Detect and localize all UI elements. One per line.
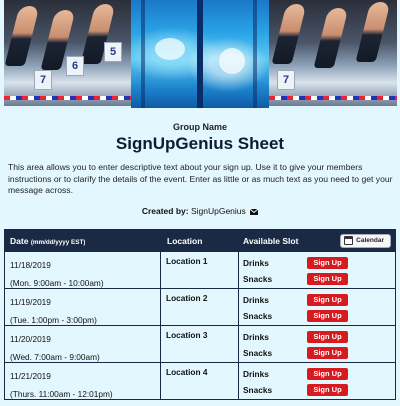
sign-up-button[interactable]: Sign Up	[307, 273, 348, 285]
table-row: 11/18/2019 (Mon. 9:00am - 10:00am) Locat…	[5, 251, 395, 288]
column-header-location: Location	[167, 235, 203, 246]
created-by-label: Created by:	[141, 206, 189, 216]
slot-name: Drinks	[243, 369, 269, 379]
pool-lane-line	[253, 0, 257, 108]
starting-block-number: 5	[104, 42, 122, 62]
slot-name: Snacks	[243, 385, 273, 395]
time-range: (Thurs. 11:00am - 12:01pm)	[10, 389, 113, 399]
slots-cell: Drinks Sign Up Snacks Sign Up	[239, 363, 395, 399]
created-by-name: SignUpGenius	[190, 206, 246, 216]
column-header-slot: Available Slot Calendar	[239, 233, 395, 248]
swimmer-figure	[313, 8, 349, 68]
slot-name: Snacks	[243, 274, 273, 284]
date-value: 11/18/2019	[10, 260, 51, 270]
starting-block-number: 7	[34, 70, 52, 90]
slot-header-label: Available Slot	[243, 235, 299, 246]
pool-lane-line	[197, 0, 203, 108]
bubble	[155, 38, 185, 60]
location-cell: Location 1	[161, 252, 239, 288]
group-name: Group Name	[172, 122, 227, 132]
slot-item: Snacks Sign Up	[243, 271, 391, 287]
slot-item: Drinks Sign Up	[243, 366, 391, 382]
starting-block-number: 7	[277, 70, 295, 90]
table-header: Date (mm/dd/yyyy EST) Location Available…	[5, 230, 395, 251]
sign-up-button[interactable]: Sign Up	[307, 257, 348, 269]
slots-cell: Drinks Sign Up Snacks Sign Up	[239, 252, 395, 288]
location-cell: Location 4	[161, 363, 239, 399]
banner: 7 6 5 7	[0, 0, 400, 108]
table-row: 11/20/2019 (Wed. 7:00am - 9:00am) Locati…	[5, 325, 395, 362]
date-value: 11/20/2019	[10, 334, 51, 344]
swimmer-figure	[271, 4, 307, 64]
calendar-icon	[344, 236, 354, 245]
swimmers-right-photo: 7	[269, 0, 397, 106]
calendar-button[interactable]: Calendar	[340, 233, 391, 248]
date-value: 11/19/2019	[10, 297, 51, 307]
slot-name: Snacks	[243, 348, 273, 358]
date-header-label: Date	[10, 235, 29, 246]
location-cell: Location 2	[161, 289, 239, 325]
date-value: 11/21/2019	[10, 371, 51, 381]
page-title: SignUpGenius Sheet	[115, 134, 285, 153]
location-cell: Location 3	[161, 326, 239, 362]
sign-up-button[interactable]: Sign Up	[307, 368, 348, 380]
slots-cell: Drinks Sign Up Snacks Sign Up	[239, 289, 395, 325]
slot-name: Drinks	[243, 295, 269, 305]
date-cell: 11/20/2019 (Wed. 7:00am - 9:00am)	[5, 326, 161, 362]
slot-item: Drinks Sign Up	[243, 255, 391, 271]
lane-rope	[4, 96, 132, 100]
sign-up-button[interactable]: Sign Up	[307, 294, 348, 306]
slot-item: Drinks Sign Up	[243, 292, 391, 308]
swimmer-figure	[355, 2, 391, 62]
table-row: 11/19/2019 (Tue. 1:00pm - 3:00pm) Locati…	[5, 288, 395, 325]
starting-block-number: 6	[66, 56, 84, 76]
pool-lane-line	[141, 0, 145, 108]
calendar-button-label: Calendar	[356, 237, 384, 244]
date-format-label: (mm/dd/yyyy EST)	[30, 238, 86, 246]
sign-up-button[interactable]: Sign Up	[307, 347, 348, 359]
date-cell: 11/19/2019 (Tue. 1:00pm - 3:00pm)	[5, 289, 161, 325]
description-text: This area allows you to enter descriptiv…	[8, 162, 393, 195]
created-by: Created by: SignUpGenius	[0, 206, 400, 216]
signup-table: Date (mm/dd/yyyy EST) Location Available…	[4, 229, 396, 400]
slot-name: Snacks	[243, 311, 273, 321]
slot-item: Snacks Sign Up	[243, 308, 391, 324]
slot-name: Drinks	[243, 332, 269, 342]
swimmers-left-photo: 7 6 5	[4, 0, 132, 106]
bubble	[219, 48, 245, 74]
slot-item: Snacks Sign Up	[243, 382, 391, 398]
table-row: 11/21/2019 (Thurs. 11:00am - 12:01pm) Lo…	[5, 362, 395, 399]
date-cell: 11/21/2019 (Thurs. 11:00am - 12:01pm)	[5, 363, 161, 399]
underwater-pool-photo	[131, 0, 269, 108]
sign-up-button[interactable]: Sign Up	[307, 384, 348, 396]
slots-cell: Drinks Sign Up Snacks Sign Up	[239, 326, 395, 362]
lane-rope	[269, 96, 397, 100]
slot-name: Drinks	[243, 258, 269, 268]
slot-item: Drinks Sign Up	[243, 329, 391, 345]
date-cell: 11/18/2019 (Mon. 9:00am - 10:00am)	[5, 252, 161, 288]
sign-up-button[interactable]: Sign Up	[307, 310, 348, 322]
swimmer-figure	[4, 6, 40, 66]
mail-icon[interactable]	[250, 208, 259, 215]
sign-up-button[interactable]: Sign Up	[307, 331, 348, 343]
column-header-date: Date (mm/dd/yyyy EST)	[5, 236, 161, 246]
slot-item: Snacks Sign Up	[243, 345, 391, 361]
